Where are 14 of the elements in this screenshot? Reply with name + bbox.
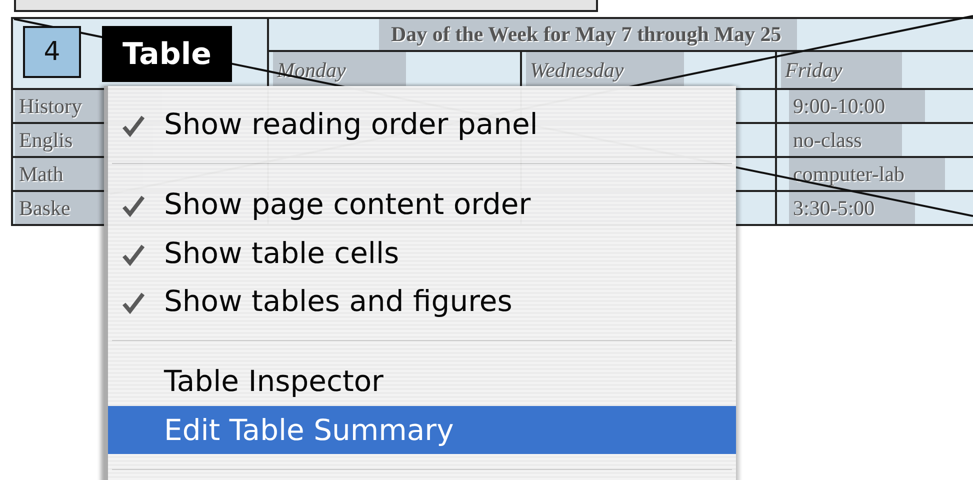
table-header: Day of the Week for May 7 through May 25 bbox=[379, 19, 798, 50]
menu-item[interactable]: Show table cells bbox=[108, 228, 736, 277]
menu-item[interactable]: Table Inspector bbox=[108, 357, 736, 406]
column-header: Wednesday bbox=[526, 52, 684, 88]
column-header: Monday bbox=[273, 52, 406, 88]
menu-item[interactable]: Edit Table Summary bbox=[108, 406, 736, 454]
tag-number: 4 bbox=[23, 26, 81, 78]
table-cell: 9:00-10:00 bbox=[789, 90, 926, 122]
column-header: Friday bbox=[781, 52, 902, 88]
menu-item[interactable]: Show tables and figures bbox=[108, 277, 736, 326]
tag-label: Table bbox=[102, 26, 232, 82]
table-cell: computer-lab bbox=[789, 158, 945, 190]
table-cell: no-class bbox=[789, 124, 902, 156]
table-cell: 3:30-5:00 bbox=[789, 192, 915, 224]
